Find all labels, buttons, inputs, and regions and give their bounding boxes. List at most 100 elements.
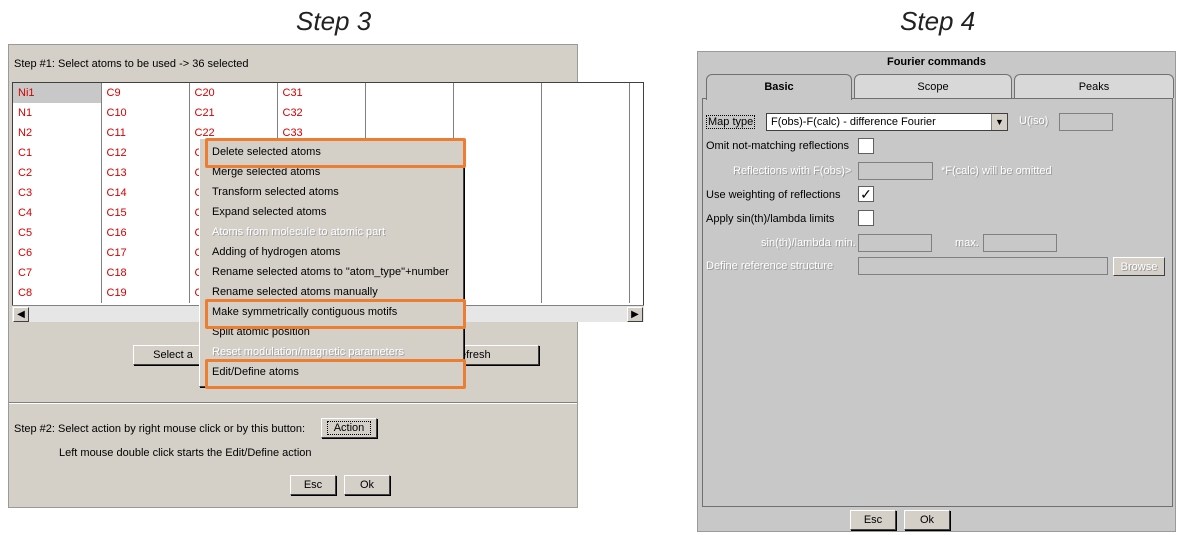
- tab-peaks[interactable]: Peaks: [1014, 74, 1174, 98]
- menu-item[interactable]: Rename selected atoms manually: [212, 282, 378, 302]
- atom-cell[interactable]: [453, 283, 542, 303]
- scroll-left-icon[interactable]: ◀: [13, 307, 29, 322]
- atom-cell[interactable]: [365, 103, 454, 123]
- step2-label: Step #2: Select action by right mouse cl…: [14, 423, 306, 435]
- atom-cell[interactable]: C7: [13, 263, 102, 283]
- atom-cell[interactable]: C10: [101, 103, 190, 123]
- ok-button[interactable]: Ok: [344, 475, 390, 495]
- atom-cell[interactable]: [541, 83, 630, 103]
- atom-cell[interactable]: [541, 223, 630, 243]
- chevron-down-icon[interactable]: ▼: [991, 114, 1007, 130]
- menu-item: Atoms from molecule to atomic part: [212, 226, 386, 238]
- step4-title: Step 4: [900, 6, 976, 36]
- atom-cell[interactable]: [453, 263, 542, 283]
- atom-cell[interactable]: [453, 243, 542, 263]
- atom-cell[interactable]: [453, 123, 542, 143]
- atom-cell[interactable]: C21: [189, 103, 278, 123]
- atom-cell[interactable]: [541, 163, 630, 183]
- map-type-value: F(obs)-F(calc) - difference Fourier: [771, 116, 936, 128]
- atom-cell[interactable]: [541, 143, 630, 163]
- map-type-select[interactable]: F(obs)-F(calc) - difference Fourier ▼: [766, 113, 1008, 131]
- action-button-label: Action: [326, 421, 372, 435]
- reference-structure-field[interactable]: [858, 257, 1108, 275]
- atom-cell[interactable]: [453, 203, 542, 223]
- reflections-field[interactable]: [858, 162, 933, 180]
- atom-cell[interactable]: C31: [277, 83, 366, 103]
- table-row: Ni1 C9 C20 C31: [13, 83, 630, 103]
- max-field[interactable]: [983, 234, 1057, 252]
- define-reference-label: Define reference structure: [706, 260, 834, 272]
- apply-limits-label: Apply sin(th)/lambda limits: [706, 213, 835, 225]
- omit-label: Omit not-matching reflections: [706, 140, 850, 152]
- atom-cell[interactable]: C14: [101, 183, 190, 203]
- atom-cell[interactable]: C1: [13, 143, 102, 163]
- action-button[interactable]: Action: [321, 418, 377, 438]
- atom-cell[interactable]: [541, 203, 630, 223]
- atom-cell[interactable]: C3: [13, 183, 102, 203]
- atoms-context-menu: Delete selected atoms Merge selected atom…: [199, 138, 464, 387]
- atom-cell[interactable]: C17: [101, 243, 190, 263]
- scroll-right-icon[interactable]: ▶: [627, 307, 643, 322]
- menu-item[interactable]: Edit/Define atoms: [212, 362, 299, 382]
- atom-cell[interactable]: C5: [13, 223, 102, 243]
- menu-item[interactable]: Expand selected atoms: [212, 202, 326, 222]
- atom-cell[interactable]: C20: [189, 83, 278, 103]
- esc-button[interactable]: Esc: [290, 475, 336, 495]
- atom-cell[interactable]: [453, 183, 542, 203]
- uiso-field[interactable]: [1059, 113, 1113, 131]
- tab-basic[interactable]: Basic: [706, 74, 852, 100]
- atom-cell[interactable]: C4: [13, 203, 102, 223]
- atom-cell[interactable]: [453, 103, 542, 123]
- atom-cell[interactable]: [453, 143, 542, 163]
- menu-item[interactable]: Transform selected atoms: [212, 182, 339, 202]
- weighting-label: Use weighting of reflections: [706, 189, 841, 201]
- atom-cell[interactable]: C19: [101, 283, 190, 303]
- atom-cell[interactable]: [541, 263, 630, 283]
- atom-cell[interactable]: [365, 83, 454, 103]
- step1-label: Step #1: Select atoms to be used -> 36 s…: [14, 58, 249, 70]
- menu-item[interactable]: Make symmetrically contiguous motifs: [212, 302, 397, 322]
- atom-cell[interactable]: Ni1: [13, 83, 102, 103]
- atom-cell[interactable]: C16: [101, 223, 190, 243]
- check-icon: ✓: [860, 186, 872, 202]
- max-label: max.: [955, 237, 979, 249]
- map-type-label: Map type: [706, 115, 756, 129]
- atom-cell[interactable]: [541, 243, 630, 263]
- atom-cell[interactable]: C6: [13, 243, 102, 263]
- atom-cell[interactable]: [541, 123, 630, 143]
- atom-cell[interactable]: C18: [101, 263, 190, 283]
- atom-cell[interactable]: N2: [13, 123, 102, 143]
- menu-item[interactable]: Delete selected atoms: [212, 142, 321, 162]
- menu-item: Reset modulation/magnetic parameters: [212, 346, 404, 358]
- tab-scope[interactable]: Scope: [854, 74, 1012, 98]
- atom-cell[interactable]: C9: [101, 83, 190, 103]
- menu-item[interactable]: Split atomic position: [212, 322, 310, 342]
- esc-button-right[interactable]: Esc: [850, 510, 896, 530]
- browse-button[interactable]: Browse: [1113, 257, 1165, 276]
- atom-cell[interactable]: C11: [101, 123, 190, 143]
- atom-cell[interactable]: N1: [13, 103, 102, 123]
- table-row: N1 C10 C21 C32: [13, 103, 630, 123]
- fourier-commands-dialog: Fourier commands Basic Scope Peaks Map t…: [697, 51, 1176, 532]
- atom-cell[interactable]: C12: [101, 143, 190, 163]
- ok-button-right[interactable]: Ok: [904, 510, 950, 530]
- atom-cell[interactable]: C8: [13, 283, 102, 303]
- atom-cell[interactable]: [453, 83, 542, 103]
- menu-item[interactable]: Merge selected atoms: [212, 162, 320, 182]
- omit-checkbox[interactable]: [858, 138, 874, 154]
- weighting-checkbox[interactable]: ✓: [858, 186, 874, 202]
- atom-cell[interactable]: [453, 163, 542, 183]
- atom-cell[interactable]: [541, 283, 630, 303]
- atom-cell[interactable]: [541, 183, 630, 203]
- atom-cell[interactable]: [453, 223, 542, 243]
- atom-cell[interactable]: C32: [277, 103, 366, 123]
- atom-cell[interactable]: C2: [13, 163, 102, 183]
- atom-cell[interactable]: C15: [101, 203, 190, 223]
- menu-item[interactable]: Adding of hydrogen atoms: [212, 242, 340, 262]
- atom-cell[interactable]: [541, 103, 630, 123]
- atom-cell[interactable]: C13: [101, 163, 190, 183]
- apply-limits-checkbox[interactable]: [858, 210, 874, 226]
- double-click-hint: Left mouse double click starts the Edit/…: [59, 447, 312, 459]
- min-field[interactable]: [858, 234, 932, 252]
- menu-item[interactable]: Rename selected atoms to "atom_type"+num…: [212, 262, 449, 282]
